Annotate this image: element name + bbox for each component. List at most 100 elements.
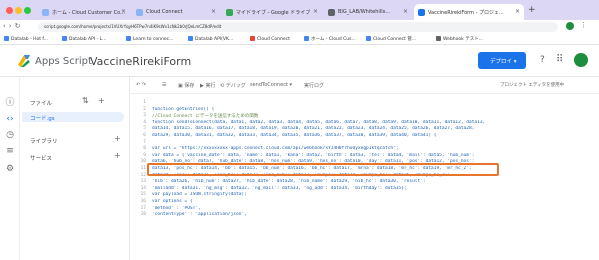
line-number: 4 bbox=[143, 119, 146, 125]
browser-tab-active[interactable]: VaccineRirekiForm - プロジェ... × bbox=[414, 4, 524, 20]
bookmark[interactable]: Datalab API - L... bbox=[62, 36, 106, 42]
line-number: 13 bbox=[140, 179, 146, 185]
code-line[interactable]: var data = {'vaccine_date': data, 'name'… bbox=[152, 153, 592, 158]
code-line[interactable]: 'contentType' : 'application/json', bbox=[152, 212, 592, 217]
tab-favicon-icon bbox=[226, 9, 233, 16]
save-button[interactable]: ▣ 保存 bbox=[178, 82, 194, 89]
overview-icon[interactable]: ⓘ bbox=[5, 98, 15, 108]
bookmark-icon bbox=[4, 36, 9, 41]
minimize-window-dot[interactable] bbox=[15, 7, 22, 14]
address-bar[interactable]: script.google.com/home/projects/1VUXrYqy… bbox=[38, 22, 558, 32]
bookmark[interactable]: Cloud Connect 管... bbox=[366, 36, 416, 42]
triggers-icon[interactable]: ◷ bbox=[5, 130, 15, 140]
line-number: 15 bbox=[140, 192, 146, 198]
tab-close-icon[interactable]: × bbox=[313, 8, 318, 15]
tab-close-icon[interactable]: × bbox=[121, 8, 126, 15]
line-number: 6 bbox=[143, 133, 146, 138]
function-select[interactable]: sendToConnect ▾ bbox=[250, 82, 292, 88]
run-button[interactable]: ▶ 実行 bbox=[200, 82, 215, 89]
tab-favicon-icon bbox=[42, 9, 49, 16]
editor-toolbar-divider bbox=[130, 93, 599, 94]
line-number: 2 bbox=[143, 106, 146, 112]
bookmark[interactable]: Cloud Connect bbox=[250, 36, 290, 42]
browser-menu-icon[interactable]: ⋮ bbox=[580, 21, 587, 29]
line-number: 8 bbox=[143, 146, 146, 152]
bookmark-icon bbox=[304, 36, 309, 41]
bookmark-icon bbox=[366, 36, 371, 41]
code-line[interactable]: data29, data30, data31, data32, data33, … bbox=[152, 133, 592, 138]
line-number: 16 bbox=[140, 199, 146, 204]
execution-log-button[interactable]: 実行ログ bbox=[304, 82, 324, 89]
line-number: 3 bbox=[143, 113, 146, 119]
code-line[interactable]: function getEntries() { bbox=[152, 107, 592, 112]
help-icon[interactable]: ? bbox=[540, 55, 545, 65]
new-tab-icon[interactable]: + bbox=[528, 5, 536, 15]
line-number: 9 bbox=[143, 152, 146, 158]
bookmark[interactable]: Learn to connec... bbox=[126, 36, 173, 42]
project-title[interactable]: VaccineRirekiForm bbox=[90, 55, 191, 68]
undo-redo-icon[interactable]: ↶ ↷ bbox=[136, 82, 146, 88]
line-number: 11 bbox=[140, 166, 146, 171]
bookmark[interactable]: ホーム - Cloud Cus... bbox=[304, 36, 356, 42]
nav-arrows-icon[interactable]: ‹›↻ bbox=[3, 22, 23, 30]
code-line[interactable]: 'method' : 'POST', bbox=[152, 206, 592, 211]
app-brand: Apps Script bbox=[35, 56, 92, 67]
code-line[interactable]: 'mailadd': data31, 'ng_msg': data32, 'ng… bbox=[152, 186, 592, 191]
services-header: サービス bbox=[30, 156, 53, 162]
browser-tab[interactable]: BIG_LAB/Whitehills... × bbox=[324, 4, 412, 20]
line-number: 18 bbox=[140, 212, 146, 218]
tab-favicon-icon bbox=[418, 9, 425, 16]
tab-close-icon[interactable]: × bbox=[211, 8, 216, 15]
editor-icon[interactable]: ‹› bbox=[5, 114, 15, 124]
tab-close-icon[interactable]: × bbox=[515, 8, 520, 15]
code-line[interactable]: //Cloud Connect にデータを送信するための関数 bbox=[152, 113, 592, 119]
files-header: ファイル bbox=[30, 101, 53, 107]
bookmark-icon bbox=[62, 36, 67, 41]
bookmark-icon bbox=[188, 36, 193, 41]
line-number: 10 bbox=[140, 159, 146, 165]
close-window-dot[interactable] bbox=[6, 7, 13, 14]
settings-gear-icon[interactable]: ⚙ bbox=[5, 164, 15, 174]
bookmark[interactable]: Webhook テスト... bbox=[436, 36, 483, 42]
browser-tab[interactable]: Cloud Connect × bbox=[132, 4, 220, 20]
debug-button[interactable]: ⟲ デバッグ bbox=[220, 82, 246, 89]
code-line[interactable]: 'hib': data26, 'hib_num': data27, 'hib_d… bbox=[152, 179, 592, 184]
tab-favicon-icon bbox=[328, 9, 335, 16]
file-item-label: コード.gs bbox=[30, 116, 55, 122]
bookmark[interactable]: Datalab API(VK... bbox=[188, 36, 233, 42]
apps-grid-icon[interactable]: ⠿ bbox=[556, 54, 563, 65]
add-library-icon[interactable]: + bbox=[114, 134, 121, 143]
add-file-icon[interactable]: + bbox=[98, 96, 105, 105]
bookmark[interactable]: Datalab - Hot f... bbox=[4, 36, 48, 42]
add-service-icon[interactable]: + bbox=[114, 151, 121, 160]
sort-icon[interactable]: ⇅ bbox=[82, 96, 89, 105]
libraries-header: ライブラリ bbox=[30, 139, 58, 145]
line-number: 5 bbox=[143, 126, 146, 132]
line-number: 1 bbox=[143, 100, 146, 105]
maximize-window-dot[interactable] bbox=[24, 7, 31, 14]
line-number: 12 bbox=[140, 172, 146, 178]
line-number: 7 bbox=[143, 139, 146, 145]
code-line[interactable]: var options = { bbox=[152, 199, 592, 204]
bookmark-icon bbox=[126, 36, 131, 41]
editor-status: プロジェクト エディタを使用中 bbox=[500, 83, 565, 88]
browser-tab[interactable]: マイドライブ - Google ドライブ × bbox=[222, 4, 322, 20]
code-line[interactable]: var url = "https://xxxxxxxxx-apps.connec… bbox=[152, 146, 592, 151]
deploy-button[interactable]: デプロイ ▾ bbox=[478, 52, 526, 69]
bookmark-icon bbox=[250, 36, 255, 41]
browser-tab[interactable]: ホーム - Cloud Customer Co... × bbox=[38, 4, 130, 20]
line-number: 14 bbox=[140, 185, 146, 191]
code-line[interactable]: function sendToConnect(data, data1, data… bbox=[152, 120, 592, 125]
highlight-box bbox=[147, 163, 499, 176]
profile-avatar[interactable] bbox=[566, 22, 574, 30]
executions-icon[interactable]: ≡ bbox=[5, 146, 15, 156]
account-avatar[interactable] bbox=[574, 53, 588, 67]
bookmark-icon bbox=[436, 36, 441, 41]
format-icon[interactable]: ☰ bbox=[162, 82, 166, 88]
code-line[interactable]: data14, data15, data16, data17, data18, … bbox=[152, 126, 592, 131]
apps-script-logo-icon bbox=[18, 55, 30, 67]
line-number: 17 bbox=[140, 205, 146, 211]
tab-close-icon[interactable]: × bbox=[403, 8, 408, 15]
code-line[interactable]: var payload = JSON.stringify(data); bbox=[152, 192, 592, 197]
tab-favicon-icon bbox=[136, 9, 143, 16]
